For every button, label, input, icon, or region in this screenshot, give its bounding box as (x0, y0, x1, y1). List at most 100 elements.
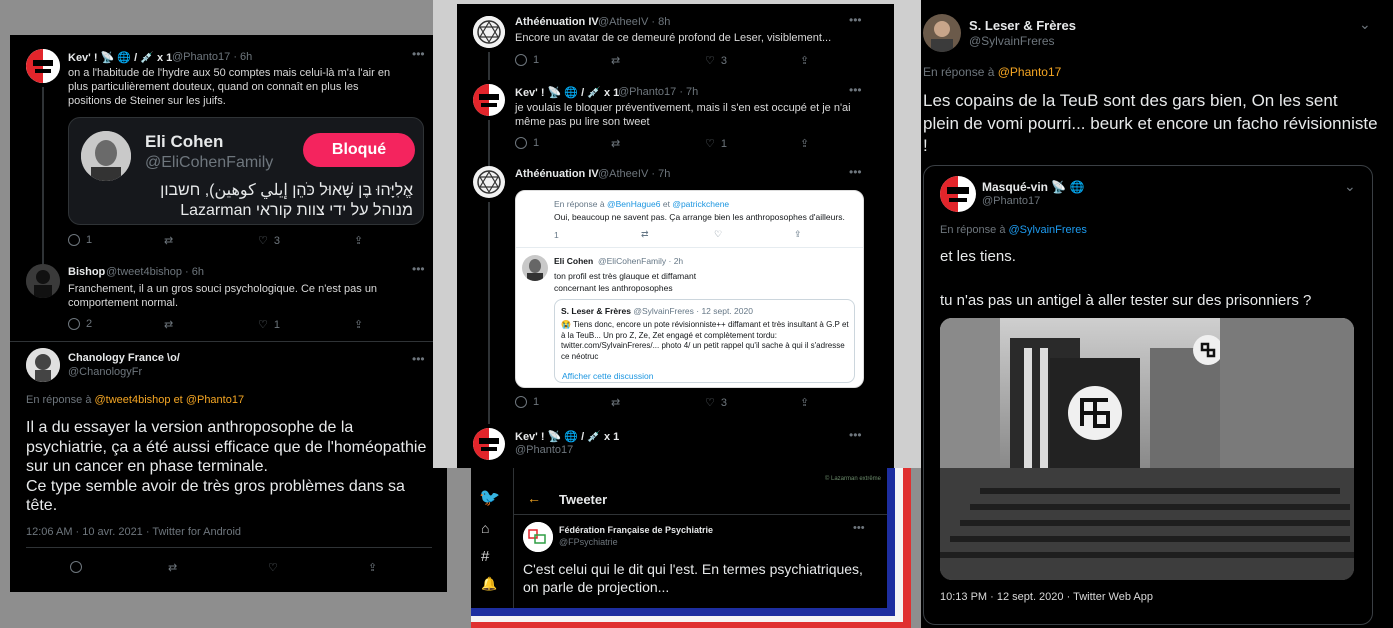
share-icon: ⇪ (800, 397, 810, 409)
tweet-author-handle[interactable]: @Phanto17 · 6h (172, 51, 252, 63)
tweet-author-name[interactable]: Kev' ! 📡 🌐 / 💉 x 1 (515, 86, 619, 99)
reply-mention-link[interactable]: @Phanto17 (186, 394, 244, 406)
tweet-author-handle[interactable]: @Phanto17 · 7h (618, 86, 698, 98)
quoted-reply-count: 1 (554, 230, 559, 240)
like-icon: ♡ (268, 562, 278, 574)
like-button[interactable]: ♡ 1 (258, 318, 280, 332)
reply-mention-link[interactable]: @SylvainFreres (1009, 224, 1087, 236)
chevron-down-icon[interactable]: ⌄ (1359, 16, 1371, 33)
quote-text-line1: et les tiens. (940, 248, 1016, 265)
more-icon[interactable]: ••• (849, 165, 862, 179)
more-icon[interactable]: ••• (412, 352, 425, 366)
hashtag-icon[interactable]: # (481, 548, 489, 565)
more-icon[interactable]: ••• (412, 262, 425, 276)
avatar-chanology[interactable] (26, 348, 60, 382)
share-button[interactable]: ⇪ (800, 396, 809, 409)
share-icon: ⇪ (800, 138, 810, 150)
retweet-button[interactable]: ⇄ (611, 137, 620, 150)
blocked-profile-card[interactable]: Eli Cohen @EliCohenFamily Bloqué אֱלִיָּ… (68, 117, 424, 225)
tweet-author-name[interactable]: Kev' ! 📡 🌐 / 💉 x 1 (515, 430, 619, 443)
reply-button[interactable]: 1 (515, 137, 539, 149)
reply-mention-link[interactable]: @tweet4bishop (95, 394, 171, 406)
avatar-kev[interactable] (473, 428, 505, 460)
tweet-author-handle[interactable]: @Phanto17 (515, 444, 573, 456)
avatar-eli-cohen (522, 255, 548, 281)
card-name: Eli Cohen (145, 132, 224, 151)
like-icon: ♡ (705, 397, 715, 409)
blocked-button[interactable]: Bloqué (303, 133, 415, 167)
avatar-sylvain[interactable] (923, 14, 961, 52)
more-icon[interactable]: ••• (853, 522, 865, 534)
tweet-author-handle[interactable]: @AtheeIV · 8h (598, 16, 670, 28)
eli-name: Eli Cohen (554, 256, 594, 266)
avatar-ffp[interactable] (523, 522, 553, 552)
reply-button[interactable]: 1 (68, 234, 92, 246)
twitter-bird-icon[interactable]: 🐦 (479, 488, 500, 508)
more-icon[interactable]: ••• (412, 47, 425, 61)
retweet-button[interactable]: ⇄ (164, 318, 173, 331)
tweet-author-name[interactable]: Chanology France \o/ (68, 352, 180, 364)
like-button[interactable]: ♡ 1 (705, 137, 727, 151)
historical-photo[interactable] (940, 318, 1354, 580)
like-icon: ♡ (258, 235, 268, 247)
quote-header: S. Leser & Frères @SylvainFreres · 12 se… (561, 306, 753, 316)
watermark: © Lazarman extrême (824, 476, 881, 482)
eli-text: ton profil est très glauque et diffamant… (554, 271, 697, 293)
share-button[interactable]: ⇪ (800, 54, 809, 67)
avatar-atheenuation[interactable] (473, 16, 505, 48)
explore-icon[interactable]: ⌂ (481, 520, 489, 536)
chevron-down-icon[interactable]: ⌄ (1344, 178, 1356, 195)
tweet-author-handle[interactable]: @SylvainFreres (969, 34, 1055, 48)
reply-button[interactable]: 1 (515, 54, 539, 66)
tweet-author-name[interactable]: S. Leser & Frères (969, 18, 1076, 33)
like-icon: ♡ (258, 319, 268, 331)
retweet-button[interactable]: ⇄ (164, 234, 173, 247)
tweet-text: Encore un avatar de ce demeuré profond d… (515, 32, 832, 44)
reply-button[interactable]: 1 (515, 396, 539, 408)
panel-middle-thread: Athéénuation IV @AtheeIV · 8h ••• Encore… (433, 0, 921, 468)
card-handle: @EliCohenFamily (145, 154, 274, 171)
avatar-kev[interactable] (473, 84, 505, 116)
quote-author-name: Masqué-vin 📡 🌐 (982, 180, 1085, 194)
share-icon: ⇪ (354, 235, 364, 247)
share-button[interactable]: ⇪ (354, 318, 363, 331)
retweet-icon: ⇄ (164, 319, 174, 331)
avatar-bishop[interactable] (26, 264, 60, 298)
like-button[interactable]: ♡ 3 (258, 234, 280, 248)
retweet-button[interactable]: ⇄ (168, 561, 177, 574)
more-icon[interactable]: ••• (849, 13, 862, 27)
tweet-author-name[interactable]: Kev' ! 📡 🌐 / 💉 x 1 (68, 51, 172, 64)
share-button[interactable]: ⇪ (800, 137, 809, 150)
quoted-tweet[interactable]: Masqué-vin 📡 🌐 @Phanto17 ⌄ En réponse à … (923, 165, 1373, 625)
quote-text: 😭 Tiens donc, encore un pote révisionnis… (561, 320, 849, 361)
tweet-author-name[interactable]: Fédération Française de Psychiatrie (559, 525, 713, 535)
retweet-button[interactable]: ⇄ (611, 396, 620, 409)
tweet-author-name[interactable]: Athéénuation IV (515, 168, 599, 180)
quote-text-line2: tu n'as pas un antigel à aller tester su… (940, 292, 1312, 309)
like-button[interactable]: ♡ 3 (705, 396, 727, 410)
avatar-atheenuation[interactable] (473, 166, 505, 198)
tweet-author-handle[interactable]: @FPsychiatrie (559, 537, 618, 547)
tweet-author-name[interactable]: Athéénuation IV (515, 16, 599, 28)
tweet-author-handle[interactable]: @ChanologyFr (68, 366, 142, 378)
show-thread-link[interactable]: Afficher cette discussion (562, 371, 654, 381)
like-icon: ♡ (714, 229, 723, 239)
back-arrow-icon[interactable]: ← (527, 490, 541, 506)
avatar-kev[interactable] (26, 49, 60, 83)
retweet-button[interactable]: ⇄ (611, 54, 620, 67)
reply-mention-link[interactable]: @Phanto17 (998, 65, 1062, 79)
tweet-author-handle[interactable]: @AtheeIV · 7h (598, 168, 670, 180)
like-button[interactable]: ♡ 3 (705, 54, 727, 68)
share-icon: ⇪ (368, 562, 378, 574)
share-button[interactable]: ⇪ (354, 234, 363, 247)
tweet-author-name[interactable]: Bishop (68, 266, 105, 278)
like-button[interactable]: ♡ (268, 561, 278, 574)
tweet-author-handle[interactable]: @tweet4bishop · 6h (106, 266, 204, 278)
quoted-reply-text: Oui, beaucoup ne savent pas. Ça arrange … (554, 212, 845, 222)
reply-button[interactable] (70, 561, 82, 573)
share-button[interactable]: ⇪ (368, 561, 377, 574)
reply-button[interactable]: 2 (68, 318, 92, 330)
bell-icon[interactable]: 🔔 (481, 576, 497, 592)
more-icon[interactable]: ••• (849, 83, 862, 97)
more-icon[interactable]: ••• (849, 428, 862, 442)
